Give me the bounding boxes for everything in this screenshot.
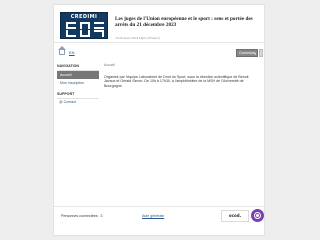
footer: Personnes connectées : 3 Aide générale o… <box>54 206 264 236</box>
event-date: 19-20 mars 2024 Dijon (France) <box>115 36 160 40</box>
menu-toggle-button[interactable] <box>259 49 263 57</box>
logo-text: CREDIMI <box>70 14 98 20</box>
sidebar-item-mon-inscription[interactable]: Mon inscription <box>57 79 99 87</box>
contact-link[interactable]: @ Contact <box>57 99 99 104</box>
ocod-logo[interactable]: ocod. <box>221 210 249 222</box>
chevron-down-icon: ▾ <box>254 52 256 56</box>
support-heading: SUPPORT <box>57 91 99 99</box>
home-icon[interactable] <box>58 46 66 55</box>
sidebar-item-accueil[interactable]: Accueil <box>57 71 99 79</box>
sciencesconf-logo[interactable] <box>251 209 264 222</box>
logo-mark <box>66 22 104 37</box>
connected-users: Personnes connectées : 3 <box>61 214 103 218</box>
event-description: Organisé par l'équipe Laboratoire de Dro… <box>104 75 249 88</box>
help-link[interactable]: Aide générale <box>142 214 164 218</box>
sidebar: NAVIGATION Accueil Mon inscription SUPPO… <box>57 63 99 104</box>
login-dropdown-button[interactable]: Connexion ▾ <box>236 49 258 57</box>
main-content: Accueil Organisé par l'équipe Laboratoir… <box>104 63 260 88</box>
language-link[interactable]: EN <box>69 50 75 55</box>
breadcrumb: Accueil <box>104 63 115 67</box>
page-container: CREDIMI Les juges de l'Union européenne … <box>53 4 265 236</box>
login-dropdown-label: Connexion <box>239 51 256 55</box>
header: CREDIMI Les juges de l'Union européenne … <box>54 5 264 43</box>
top-bar: EN Connexion ▾ <box>54 46 264 59</box>
event-title: Les juges de l'Union européenne et le sp… <box>115 16 253 29</box>
credimi-logo[interactable]: CREDIMI <box>60 12 108 39</box>
nav-heading: NAVIGATION <box>57 63 99 71</box>
